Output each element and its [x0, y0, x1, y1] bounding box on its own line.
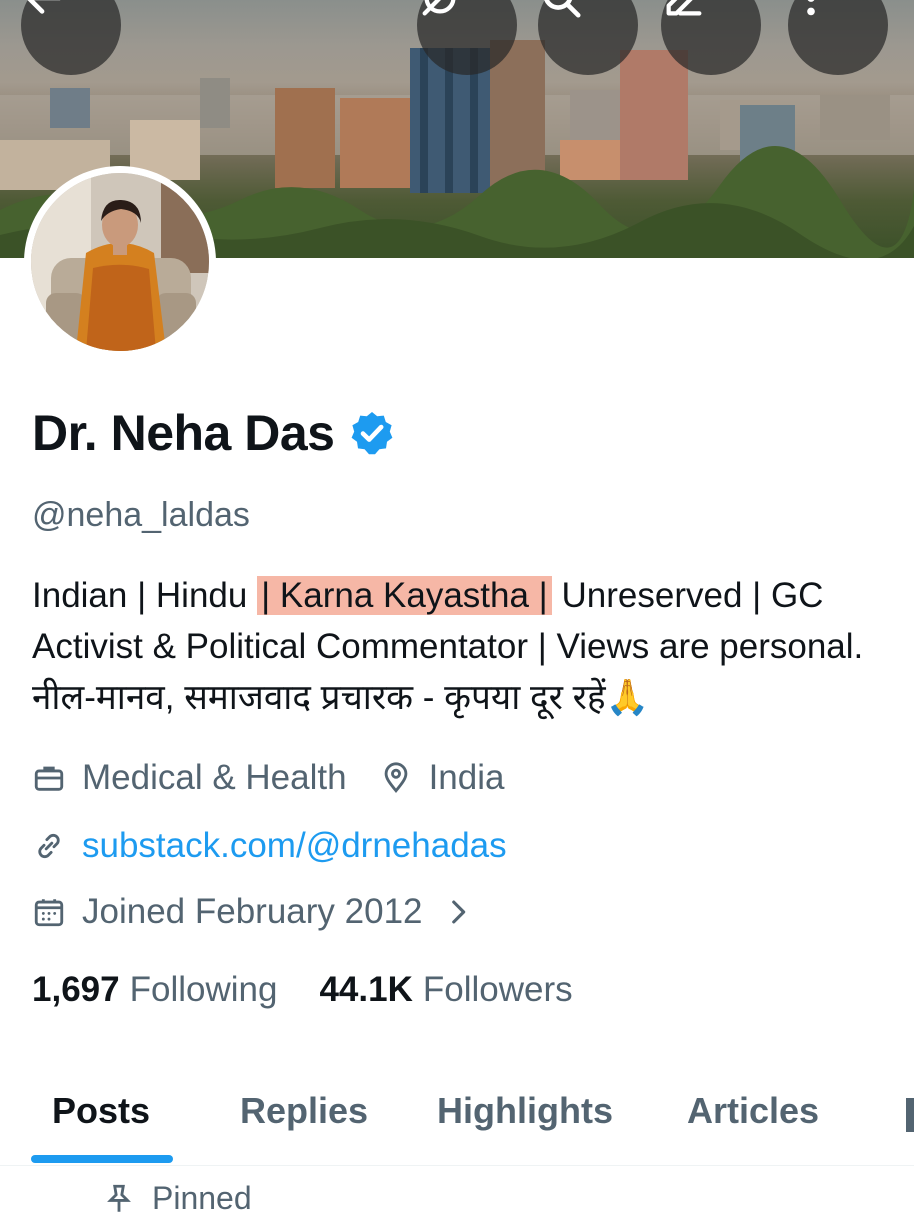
active-tab-indicator: [31, 1155, 173, 1163]
tab-highlights[interactable]: Highlights: [437, 1090, 613, 1132]
profile-location: India: [428, 758, 505, 797]
search-icon: [544, 0, 581, 18]
following-count: 1,697: [32, 970, 120, 1009]
pinned-post-label: Pinned: [32, 1180, 252, 1217]
profile-tabs: Posts Replies Highlights Articles: [0, 1080, 914, 1166]
briefcase-icon: [34, 766, 64, 791]
chevron-right-icon: [451, 900, 465, 924]
profile-stats: 1,697 Following 44.1K Followers: [32, 970, 573, 1010]
tab-replies[interactable]: Replies: [240, 1090, 368, 1132]
profile-handle: @neha_laldas: [32, 496, 250, 534]
arrow-left-icon: [27, 0, 61, 14]
profile-website-link[interactable]: substack.com/@drnehadas: [82, 826, 507, 866]
profile-meta-joined[interactable]: Joined February 2012: [32, 892, 475, 932]
followers-label: Followers: [422, 970, 573, 1009]
profile-bio: Indian | Hindu | Karna Kayastha | Unrese…: [32, 570, 892, 723]
profile-name-row: Dr. Neha Das: [32, 404, 396, 462]
grok-icon: [422, 0, 456, 16]
location-pin-icon: [384, 762, 407, 793]
pinned-label: Pinned: [152, 1180, 252, 1216]
profile-joined-date: Joined February 2012: [82, 892, 423, 931]
more-vertical-icon: [807, 0, 815, 16]
tabs-divider: [0, 1165, 914, 1166]
following-link[interactable]: 1,697 Following: [32, 970, 277, 1010]
following-label: Following: [129, 970, 278, 1009]
followers-link[interactable]: 44.1K Followers: [319, 970, 572, 1010]
profile-name: Dr. Neha Das: [32, 405, 335, 461]
avatar-photo: [31, 173, 209, 351]
calendar-icon: [34, 899, 64, 927]
profile-category[interactable]: Medical & Health: [82, 758, 347, 798]
profile-meta-category-location: Medical & Health India: [32, 758, 504, 798]
tab-posts[interactable]: Posts: [52, 1090, 150, 1132]
verified-badge-icon[interactable]: [348, 409, 396, 457]
pencil-icon: [666, 0, 702, 16]
profile-avatar[interactable]: [24, 166, 216, 358]
bio-highlighted-text: | Karna Kayastha |: [257, 576, 552, 615]
followers-count: 44.1K: [319, 970, 413, 1009]
link-icon: [38, 833, 60, 859]
tab-overflow-hint: [906, 1098, 914, 1132]
bio-text: Indian | Hindu: [32, 576, 258, 615]
tab-articles[interactable]: Articles: [687, 1090, 819, 1132]
profile-meta-website: substack.com/@drnehadas: [32, 826, 507, 866]
pin-icon: [107, 1184, 131, 1212]
